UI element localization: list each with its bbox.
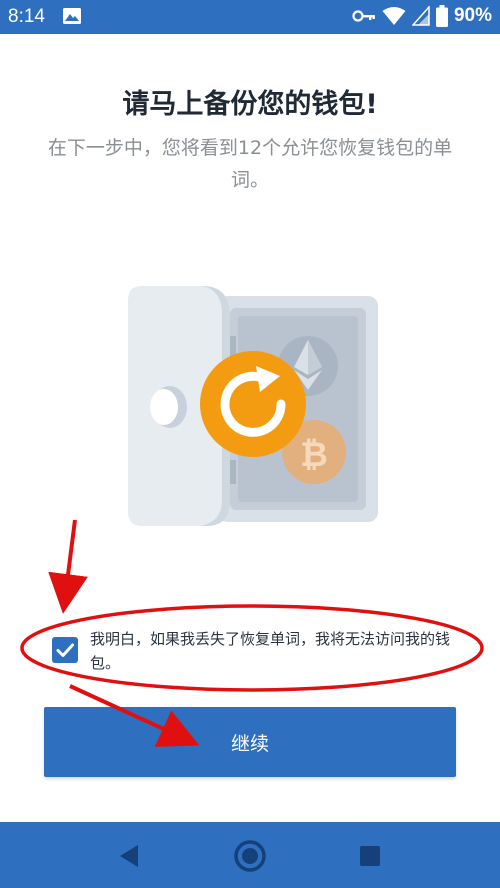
wifi-icon — [382, 7, 406, 25]
agreement-row[interactable]: 我明白，如果我丢失了恢复单词，我将无法访问我的钱包。 — [52, 627, 472, 677]
signal-icon — [411, 6, 430, 26]
page-subtitle: 在下一步中，您将看到12个允许您恢复钱包的单词。 — [47, 137, 453, 191]
restore-icon — [200, 351, 306, 457]
home-icon[interactable] — [230, 836, 270, 876]
image-icon — [63, 8, 81, 24]
annotation-arrow-checkbox — [48, 519, 88, 614]
recents-icon[interactable] — [350, 836, 390, 876]
status-time: 8:14 — [8, 6, 45, 27]
nav-bar — [0, 822, 500, 888]
continue-button[interactable]: 继续 — [44, 707, 456, 777]
svg-text:₿: ₿ — [300, 435, 328, 475]
battery-icon — [435, 5, 448, 27]
status-bar: 8:14 90% — [0, 0, 500, 34]
agreement-checkbox[interactable] — [52, 637, 78, 663]
agreement-text: 我明白，如果我丢失了恢复单词，我将无法访问我的钱包。 — [90, 630, 451, 672]
check-icon — [56, 643, 74, 657]
battery-percent: 90% — [453, 5, 492, 26]
status-icons: 90% — [352, 5, 492, 27]
back-icon[interactable] — [110, 836, 150, 876]
safe-illustration: ₿ — [128, 286, 378, 526]
key-icon — [352, 10, 375, 22]
page-title: 请马上备份您的钱包! — [122, 89, 378, 120]
